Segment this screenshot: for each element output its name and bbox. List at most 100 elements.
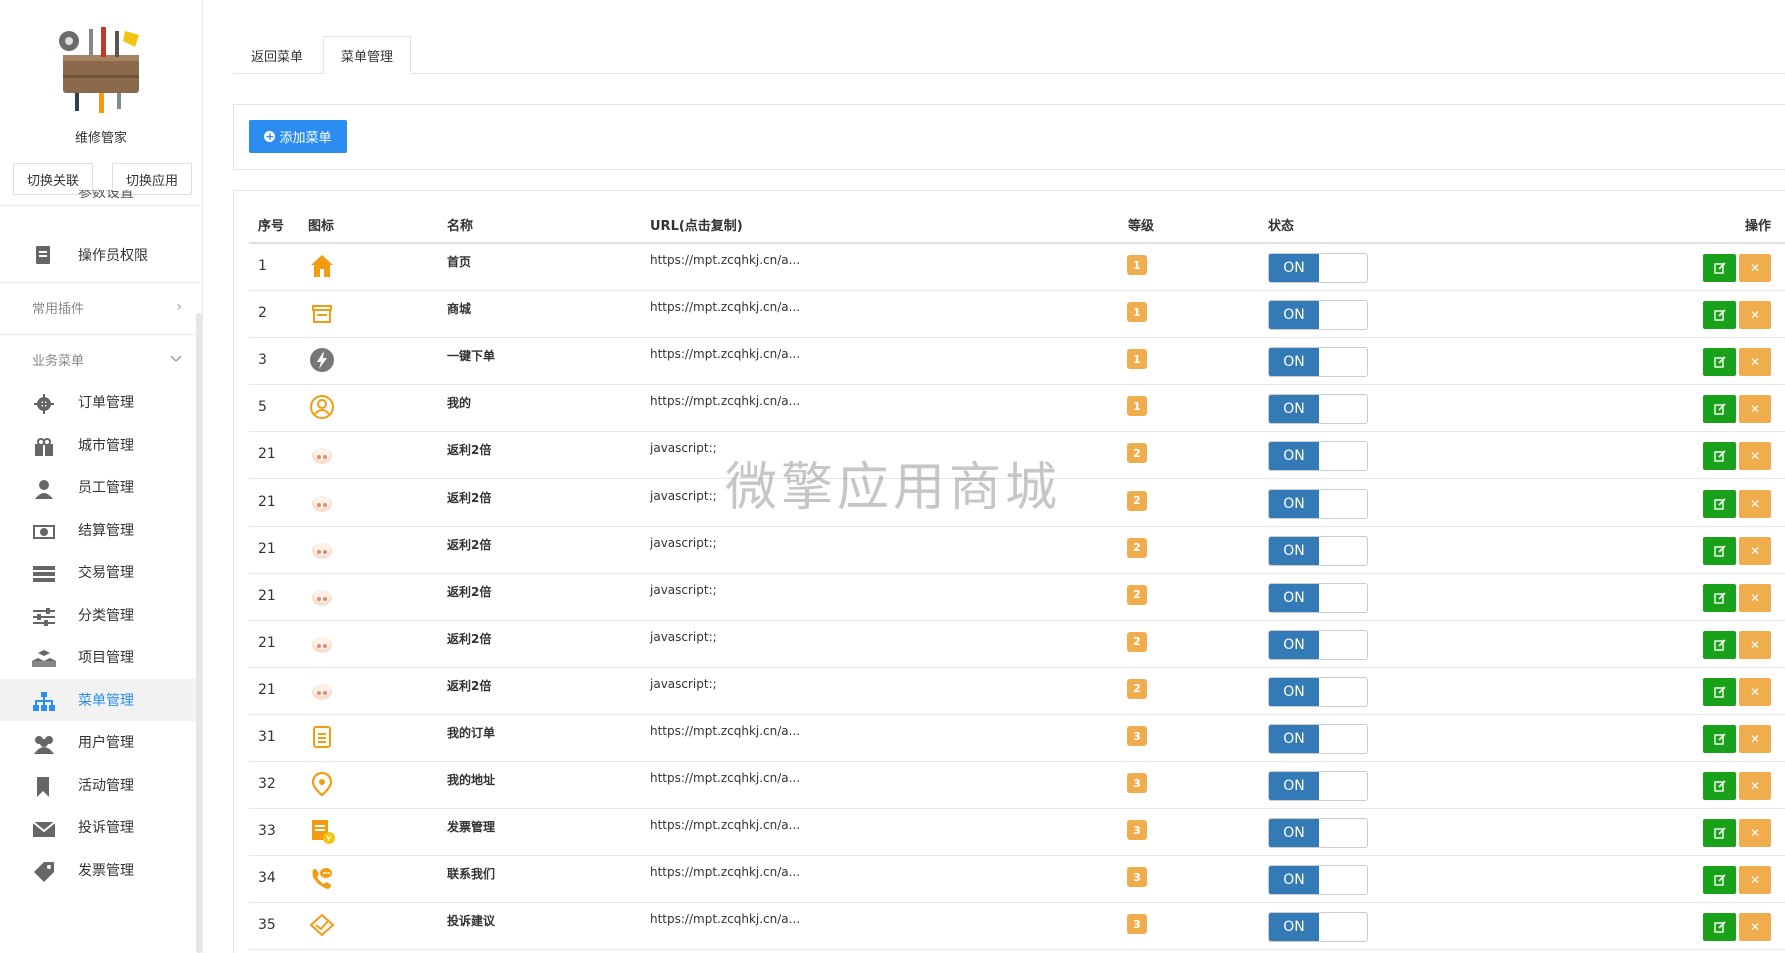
status-toggle[interactable]: ON (1268, 394, 1368, 425)
sidebar-item-params[interactable]: 参数设置 (0, 190, 196, 212)
delete-button[interactable]: ✕ (1739, 254, 1771, 282)
sidebar-item-operator[interactable]: 操作员权限 (0, 232, 196, 278)
edit-button[interactable] (1703, 677, 1736, 706)
sidebar-item[interactable]: 菜单管理 (0, 678, 196, 721)
status-toggle[interactable]: ON (1268, 300, 1368, 331)
sidebar-item[interactable]: 发票管理 (0, 849, 196, 891)
sidebar-item[interactable]: 分类管理 (0, 594, 196, 636)
row-url[interactable]: https://mpt.zcqhkj.cn/a... (650, 771, 800, 785)
status-toggle[interactable]: ON (1268, 865, 1368, 896)
status-toggle[interactable]: ON (1268, 347, 1368, 378)
delete-button[interactable]: ✕ (1739, 536, 1771, 565)
edit-button[interactable] (1703, 254, 1736, 282)
delete-button[interactable]: ✕ (1739, 772, 1771, 801)
status-toggle[interactable]: ON (1268, 724, 1368, 754)
row-name: 投诉建议 (447, 914, 496, 929)
status-toggle[interactable]: ON (1268, 582, 1368, 613)
status-toggle[interactable]: ON (1268, 771, 1368, 802)
level-badge: 3 (1127, 867, 1147, 888)
level-badge: 1 (1127, 349, 1147, 370)
row-url[interactable]: https://mpt.zcqhkj.cn/a... (650, 394, 800, 408)
sidebar-item[interactable]: 员工管理 (0, 466, 196, 508)
row-url[interactable]: javascript:; (650, 583, 717, 597)
status-toggle[interactable]: ON (1268, 488, 1368, 519)
sidebar-item[interactable]: 活动管理 (0, 764, 196, 806)
tab-menu-management[interactable]: 菜单管理 (323, 36, 411, 74)
tab-back-menu[interactable]: 返回菜单 (233, 36, 321, 74)
sidebar-scrollbar[interactable] (196, 313, 202, 953)
table-row: 3 一键下单 https://mpt.zcqhkj.cn/a... 1 ON ✕ (249, 338, 1785, 386)
edit-button[interactable] (1703, 866, 1736, 895)
level-badge: 2 (1127, 490, 1147, 511)
delete-button[interactable]: ✕ (1739, 630, 1771, 659)
row-url[interactable]: javascript:; (650, 630, 717, 644)
delete-button[interactable]: ✕ (1739, 866, 1771, 895)
delete-button[interactable]: ✕ (1739, 395, 1771, 424)
delete-button[interactable]: ✕ (1739, 583, 1771, 612)
delete-button[interactable]: ✕ (1739, 677, 1771, 706)
status-toggle[interactable]: ON (1268, 912, 1368, 943)
status-toggle[interactable]: ON (1268, 676, 1368, 707)
sidebar-group-business[interactable]: 业务菜单 (0, 336, 196, 382)
row-id: 21 (258, 446, 276, 463)
sidebar-item[interactable]: 投诉管理 (0, 806, 196, 848)
row-id: 31 (258, 729, 276, 745)
edit-button[interactable] (1703, 913, 1736, 942)
row-url[interactable]: https://mpt.zcqhkj.cn/a... (650, 347, 800, 361)
edit-button[interactable] (1703, 395, 1736, 424)
delete-button[interactable]: ✕ (1739, 819, 1771, 848)
sidebar-item[interactable]: 用户管理 (0, 721, 196, 763)
sidebar-group-plugins[interactable]: 常用插件 › (0, 284, 196, 330)
level-badge: 2 (1127, 631, 1147, 652)
status-toggle[interactable]: ON (1268, 818, 1368, 849)
delete-button[interactable]: ✕ (1739, 301, 1771, 330)
sidebar-item[interactable]: 城市管理 (0, 424, 196, 466)
edit-icon (1713, 497, 1726, 510)
delete-button[interactable]: ✕ (1739, 348, 1771, 377)
delete-button[interactable]: ✕ (1739, 913, 1771, 942)
delete-button[interactable]: ✕ (1739, 442, 1771, 471)
edit-button[interactable] (1703, 442, 1736, 471)
edit-button[interactable] (1703, 583, 1736, 612)
row-url[interactable]: https://mpt.zcqhkj.cn/a... (650, 300, 800, 314)
delete-button[interactable]: ✕ (1739, 725, 1771, 753)
row-url[interactable]: javascript:; (650, 489, 717, 503)
edit-button[interactable] (1703, 348, 1736, 377)
row-url[interactable]: https://mpt.zcqhkj.cn/a... (650, 865, 800, 879)
edit-button[interactable] (1703, 536, 1736, 565)
sidebar-item[interactable]: 订单管理 (0, 381, 196, 423)
status-toggle[interactable]: ON (1268, 535, 1368, 566)
status-toggle[interactable]: ON (1268, 441, 1368, 472)
sidebar-item[interactable]: 交易管理 (0, 551, 196, 593)
sidebar-item[interactable]: 项目管理 (0, 636, 196, 678)
row-url[interactable]: https://mpt.zcqhkj.cn/a... (650, 253, 800, 267)
edit-button[interactable] (1703, 772, 1736, 801)
level-badge: 3 (1127, 773, 1147, 794)
edit-icon (1713, 827, 1726, 839)
toggle-on-label: ON (1269, 254, 1319, 282)
edit-button[interactable] (1703, 725, 1736, 753)
toggle-on-label: ON (1269, 442, 1319, 471)
row-url[interactable]: javascript:; (650, 441, 717, 455)
row-url[interactable]: javascript:; (650, 536, 717, 550)
delete-button[interactable]: ✕ (1739, 489, 1771, 518)
edit-button[interactable] (1703, 301, 1736, 330)
status-toggle[interactable]: ON (1268, 629, 1368, 660)
sidebar-item[interactable]: 结算管理 (0, 509, 196, 551)
row-name: 返利2倍 (447, 443, 492, 458)
level-badge: 1 (1127, 255, 1147, 275)
table-row: 33 ¥ 发票管理 https://mpt.zcqhkj.cn/a... 3 ON ✕ (249, 809, 1785, 857)
add-menu-button[interactable]: + 添加菜单 (249, 120, 347, 153)
edit-button[interactable] (1703, 819, 1736, 848)
row-url[interactable]: javascript:; (650, 677, 717, 691)
level-badge: 1 (1127, 396, 1147, 417)
sidebar-item-label: 用户管理 (78, 735, 134, 751)
edit-button[interactable] (1703, 630, 1736, 659)
edit-icon (1713, 639, 1726, 651)
row-url[interactable]: https://mpt.zcqhkj.cn/a... (650, 912, 800, 926)
row-url[interactable]: https://mpt.zcqhkj.cn/a... (650, 818, 800, 832)
edit-button[interactable] (1703, 489, 1736, 518)
row-url[interactable]: https://mpt.zcqhkj.cn/a... (650, 724, 800, 738)
status-toggle[interactable]: ON (1268, 253, 1368, 283)
row-id: 3 (258, 352, 267, 369)
